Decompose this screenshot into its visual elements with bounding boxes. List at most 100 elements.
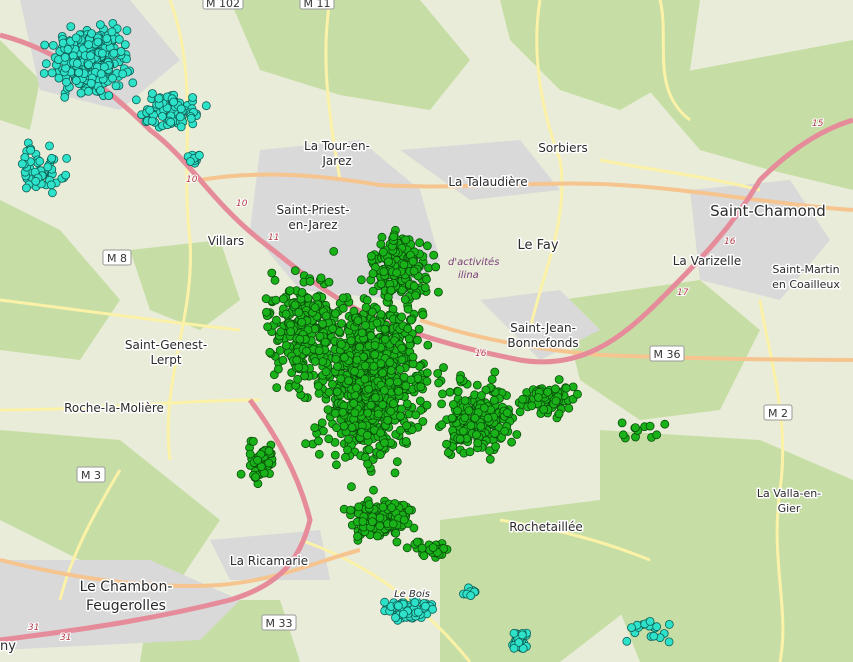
- cyan-point[interactable]: [60, 53, 70, 62]
- green-point[interactable]: [358, 517, 368, 526]
- green-point[interactable]: [328, 324, 338, 334]
- green-point[interactable]: [618, 430, 628, 440]
- green-point[interactable]: [573, 389, 582, 399]
- green-point[interactable]: [447, 413, 457, 423]
- green-point[interactable]: [418, 310, 428, 320]
- green-point[interactable]: [364, 445, 374, 454]
- cyan-point[interactable]: [39, 69, 49, 78]
- green-point[interactable]: [346, 505, 356, 515]
- cyan-point[interactable]: [413, 607, 423, 617]
- green-point[interactable]: [396, 411, 405, 421]
- cyan-point[interactable]: [76, 88, 86, 98]
- green-point[interactable]: [373, 409, 383, 419]
- green-point[interactable]: [314, 346, 324, 356]
- green-point[interactable]: [338, 303, 348, 313]
- green-point[interactable]: [403, 304, 413, 314]
- cyan-point[interactable]: [111, 81, 121, 91]
- cyan-point[interactable]: [72, 59, 82, 68]
- green-point[interactable]: [417, 543, 427, 553]
- green-point[interactable]: [361, 320, 370, 330]
- green-point[interactable]: [411, 410, 421, 420]
- green-point[interactable]: [343, 445, 352, 455]
- cyan-point[interactable]: [122, 26, 132, 36]
- green-point[interactable]: [395, 364, 405, 374]
- green-point[interactable]: [286, 327, 296, 337]
- green-point[interactable]: [507, 437, 517, 447]
- green-point[interactable]: [408, 256, 418, 266]
- green-point[interactable]: [422, 368, 432, 378]
- green-point[interactable]: [253, 455, 263, 465]
- green-point[interactable]: [413, 335, 422, 345]
- green-point[interactable]: [442, 439, 451, 449]
- green-point[interactable]: [321, 367, 331, 377]
- green-point[interactable]: [372, 318, 382, 328]
- green-point[interactable]: [368, 286, 378, 296]
- green-point[interactable]: [329, 246, 339, 256]
- green-point[interactable]: [543, 387, 553, 397]
- cyan-point[interactable]: [169, 97, 179, 107]
- green-point[interactable]: [316, 273, 326, 283]
- green-point[interactable]: [353, 316, 363, 326]
- cyan-point[interactable]: [93, 37, 103, 47]
- green-point[interactable]: [409, 281, 419, 291]
- green-point[interactable]: [297, 317, 307, 327]
- green-point[interactable]: [312, 292, 322, 302]
- green-point[interactable]: [378, 368, 388, 378]
- green-point[interactable]: [384, 257, 394, 267]
- green-point[interactable]: [378, 502, 388, 512]
- green-point[interactable]: [340, 452, 350, 462]
- green-point[interactable]: [314, 436, 323, 446]
- green-point[interactable]: [428, 543, 438, 552]
- green-point[interactable]: [379, 385, 389, 395]
- green-point[interactable]: [464, 406, 474, 416]
- cyan-point[interactable]: [26, 145, 36, 155]
- cyan-point[interactable]: [86, 51, 95, 61]
- green-point[interactable]: [458, 426, 468, 436]
- green-point[interactable]: [392, 268, 402, 278]
- green-point[interactable]: [318, 357, 328, 367]
- cyan-point[interactable]: [74, 68, 84, 77]
- cyan-point[interactable]: [87, 29, 96, 38]
- green-point[interactable]: [245, 449, 255, 459]
- green-point[interactable]: [324, 387, 334, 397]
- green-point[interactable]: [392, 457, 402, 467]
- green-point[interactable]: [313, 381, 323, 391]
- cyan-point[interactable]: [84, 87, 93, 96]
- green-point[interactable]: [489, 395, 499, 405]
- green-point[interactable]: [473, 438, 483, 448]
- cyan-point[interactable]: [176, 122, 186, 132]
- cyan-point[interactable]: [428, 604, 438, 614]
- green-point[interactable]: [491, 441, 501, 451]
- green-point[interactable]: [278, 294, 288, 304]
- cyan-point[interactable]: [664, 637, 674, 647]
- green-point[interactable]: [380, 324, 390, 334]
- cyan-point[interactable]: [63, 45, 73, 54]
- cyan-point[interactable]: [664, 620, 674, 629]
- cyan-point[interactable]: [116, 47, 126, 56]
- green-point[interactable]: [310, 357, 320, 366]
- cyan-point[interactable]: [40, 40, 50, 50]
- green-point[interactable]: [376, 310, 386, 319]
- cyan-point[interactable]: [17, 159, 27, 169]
- green-point[interactable]: [366, 400, 376, 410]
- cyan-point[interactable]: [62, 153, 71, 163]
- green-point[interactable]: [397, 312, 407, 322]
- green-point[interactable]: [332, 387, 342, 397]
- green-point[interactable]: [383, 415, 393, 425]
- cyan-point[interactable]: [185, 157, 195, 166]
- green-point[interactable]: [401, 436, 411, 446]
- green-point[interactable]: [438, 389, 447, 399]
- green-point[interactable]: [355, 342, 365, 352]
- green-point[interactable]: [271, 315, 281, 325]
- green-point[interactable]: [399, 260, 409, 270]
- green-point[interactable]: [554, 375, 564, 384]
- green-point[interactable]: [393, 377, 402, 387]
- cyan-point[interactable]: [509, 643, 519, 653]
- green-point[interactable]: [439, 363, 448, 372]
- green-point[interactable]: [485, 454, 495, 464]
- green-point[interactable]: [362, 430, 372, 440]
- green-point[interactable]: [490, 428, 500, 438]
- green-point[interactable]: [360, 361, 370, 371]
- green-point[interactable]: [376, 428, 386, 438]
- green-point[interactable]: [330, 450, 340, 460]
